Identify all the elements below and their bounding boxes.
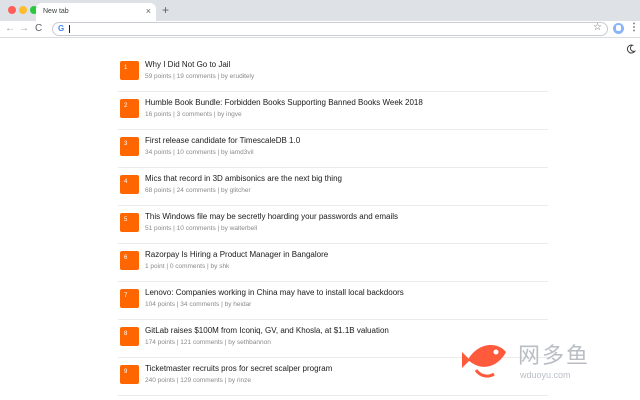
story-title-link[interactable]: GitLab raises $100M from Iconiq, GV, and… xyxy=(145,326,389,335)
story-title-link[interactable]: This Windows file may be secretly hoardi… xyxy=(145,212,398,221)
extension-icon[interactable] xyxy=(613,23,624,34)
list-item: 4 Mics that record in 3D ambisonics are … xyxy=(118,168,548,206)
story-meta: 51 points | 10 comments | by walterbell xyxy=(145,225,258,232)
close-tab-icon[interactable]: × xyxy=(146,6,151,16)
reload-icon[interactable]: C xyxy=(35,23,42,35)
story-title-link[interactable]: Humble Book Bundle: Forbidden Books Supp… xyxy=(145,98,423,107)
list-item: 2 Humble Book Bundle: Forbidden Books Su… xyxy=(118,92,548,130)
story-meta: 59 points | 19 comments | by eruditely xyxy=(145,73,255,80)
story-title-link[interactable]: First release candidate for TimescaleDB … xyxy=(145,136,300,145)
close-window-button[interactable] xyxy=(8,6,16,14)
text-cursor xyxy=(69,25,70,33)
rank-badge: 3 xyxy=(120,137,139,156)
rank-badge: 9 xyxy=(120,365,139,384)
rank-badge: 6 xyxy=(120,251,139,270)
moon-icon[interactable] xyxy=(626,44,636,54)
story-meta: 16 points | 3 comments | by ingve xyxy=(145,111,242,118)
list-item: 5 This Windows file may be secretly hoar… xyxy=(118,206,548,244)
story-title-link[interactable]: Mics that record in 3D ambisonics are th… xyxy=(145,174,342,183)
rank-badge: 2 xyxy=(120,99,139,118)
menu-icon[interactable]: ⋮ xyxy=(629,22,639,34)
story-meta: 1 point | 0 comments | by shk xyxy=(145,263,230,270)
rank-badge: 7 xyxy=(120,289,139,308)
title-bar: New tab × + xyxy=(0,0,640,21)
back-icon[interactable]: ← xyxy=(5,23,15,35)
bookmark-star-icon[interactable]: ☆ xyxy=(593,22,602,34)
story-meta: 68 points | 24 comments | by glitcher xyxy=(145,187,251,194)
story-meta: 174 points | 121 comments | by sethbanno… xyxy=(145,339,271,346)
forward-icon[interactable]: → xyxy=(19,23,29,35)
rank-badge: 5 xyxy=(120,213,139,232)
list-item: 3 First release candidate for TimescaleD… xyxy=(118,130,548,168)
story-title-link[interactable]: Razorpay Is Hiring a Product Manager in … xyxy=(145,250,328,259)
tab-new-tab[interactable]: New tab × xyxy=(36,3,156,21)
fish-logo-icon xyxy=(462,345,506,378)
rank-badge: 4 xyxy=(120,175,139,194)
list-item: 6 Razorpay Is Hiring a Product Manager i… xyxy=(118,244,548,282)
browser-toolbar: ← → C G ☆ ⋮ xyxy=(0,21,640,38)
story-meta: 240 points | 129 comments | by rinze xyxy=(145,377,251,384)
story-meta: 104 points | 34 comments | by heidar xyxy=(145,301,252,308)
watermark-url: wduoyu.com xyxy=(520,370,571,380)
story-title-link[interactable]: Lenovo: Companies working in China may h… xyxy=(145,288,404,297)
google-icon: G xyxy=(58,24,65,33)
rank-badge: 8 xyxy=(120,327,139,346)
story-title-link[interactable]: Ticketmaster recruits pros for secret sc… xyxy=(145,364,332,373)
story-meta: 34 points | 10 comments | by iamd3vil xyxy=(145,149,254,156)
list-item: 1 Why I Did Not Go to Jail 59 points | 1… xyxy=(118,54,548,92)
address-bar[interactable]: G xyxy=(52,22,608,36)
story-title-link[interactable]: Why I Did Not Go to Jail xyxy=(145,60,230,69)
rank-badge: 1 xyxy=(120,61,139,80)
list-item: 7 Lenovo: Companies working in China may… xyxy=(118,282,548,320)
watermark: 网多鱼 wduoyu.com xyxy=(458,330,628,390)
watermark-text: 网多鱼 xyxy=(518,343,591,368)
tab-title: New tab xyxy=(43,8,69,15)
minimize-window-button[interactable] xyxy=(19,6,27,14)
new-tab-button[interactable]: + xyxy=(162,4,169,16)
